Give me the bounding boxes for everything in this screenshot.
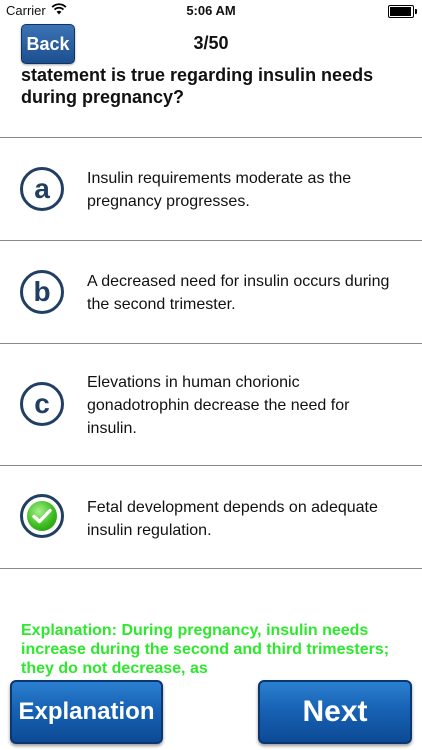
battery-icon <box>388 5 417 18</box>
next-button[interactable]: Next <box>258 680 412 744</box>
option-d-text: Fetal development depends on adequate in… <box>87 499 378 539</box>
letter-a-icon: a <box>20 167 64 211</box>
option-a[interactable]: a Insulin requirements moderate as the p… <box>0 138 422 240</box>
explanation-button[interactable]: Explanation <box>10 680 163 744</box>
option-c-text: Elevations in human chorionic gonadotrop… <box>87 374 350 437</box>
letter-b-icon: b <box>20 270 64 314</box>
option-b[interactable]: b A decreased need for insulin occurs du… <box>0 241 422 343</box>
letter-c-icon: c <box>20 382 64 426</box>
option-d[interactable]: Fetal development depends on adequate in… <box>0 466 422 568</box>
question-text: statement is true regarding insulin need… <box>21 65 374 107</box>
explanation-text: Explanation: During pregnancy, insulin n… <box>21 622 390 677</box>
green-check-icon <box>20 494 64 538</box>
option-b-text: A decreased need for insulin occurs duri… <box>87 273 390 313</box>
nav-bar: Back 3/50 <box>0 22 422 66</box>
option-c[interactable]: c Elevations in human chorionic gonadotr… <box>0 344 422 465</box>
status-time: 5:06 AM <box>186 3 236 18</box>
divider <box>0 568 422 569</box>
status-bar: Carrier 5:06 AM <box>0 0 422 22</box>
option-a-text: Insulin requirements moderate as the pre… <box>87 170 352 210</box>
question-counter: 3/50 <box>193 33 229 53</box>
